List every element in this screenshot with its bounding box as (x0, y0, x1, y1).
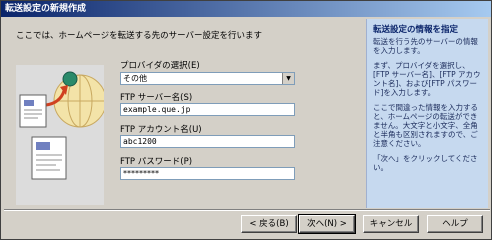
chevron-down-icon[interactable]: ▼ (282, 73, 294, 84)
footer-divider (4, 209, 490, 211)
next-button[interactable]: 次へ(N) > (298, 214, 356, 234)
provider-value: その他 (123, 74, 147, 83)
ftp-account-label: FTP アカウント名(U) (120, 125, 202, 135)
sidebar-paragraph: 転送を行う先のサーバーの情報を入力します。 (373, 37, 478, 55)
main-panel: ここでは、ホームページを転送する先のサーバー設定を行います プロバイダの選択(E… (4, 19, 360, 208)
help-sidebar: 転送設定の情報を指定 転送を行う先のサーバーの情報を入力します。 まず、プロバイ… (366, 19, 488, 208)
ftp-password-input[interactable]: ********* (120, 167, 295, 180)
dialog-window: 転送設定の新規作成 ここでは、ホームページを転送する先のサーバー設定を行います (0, 0, 492, 240)
ftp-account-input[interactable]: abc1200 (120, 135, 295, 148)
sidebar-paragraph: ここで間違った情報を入力すると、ホームページの転送ができません。大文字と小文字、… (373, 103, 478, 148)
back-button[interactable]: < 戻る(B) (241, 215, 297, 233)
page-description: ここでは、ホームページを転送する先のサーバー設定を行います (16, 31, 262, 41)
cancel-button[interactable]: キャンセル (363, 215, 419, 233)
title-bar[interactable]: 転送設定の新規作成 (1, 1, 491, 17)
provider-select[interactable]: その他 ▼ (120, 72, 295, 85)
window-title: 転送設定の新規作成 (5, 4, 87, 14)
provider-label: プロバイダの選択(E) (120, 61, 200, 71)
server-transfer-illustration-icon (16, 65, 104, 205)
ftp-password-label: FTP パスワード(P) (120, 157, 193, 167)
sidebar-paragraph: 「次へ」をクリックしてください。 (373, 154, 478, 172)
help-button[interactable]: ヘルプ (427, 215, 483, 233)
ftp-server-label: FTP サーバー名(S) (120, 93, 193, 103)
ftp-server-input[interactable]: example.que.jp (120, 103, 295, 116)
sidebar-paragraph: まず、プロバイダを選択し、[FTP サーバー名]、[FTP アカウント名]、およ… (373, 61, 481, 97)
sidebar-title: 転送設定の情報を指定 (373, 25, 459, 35)
